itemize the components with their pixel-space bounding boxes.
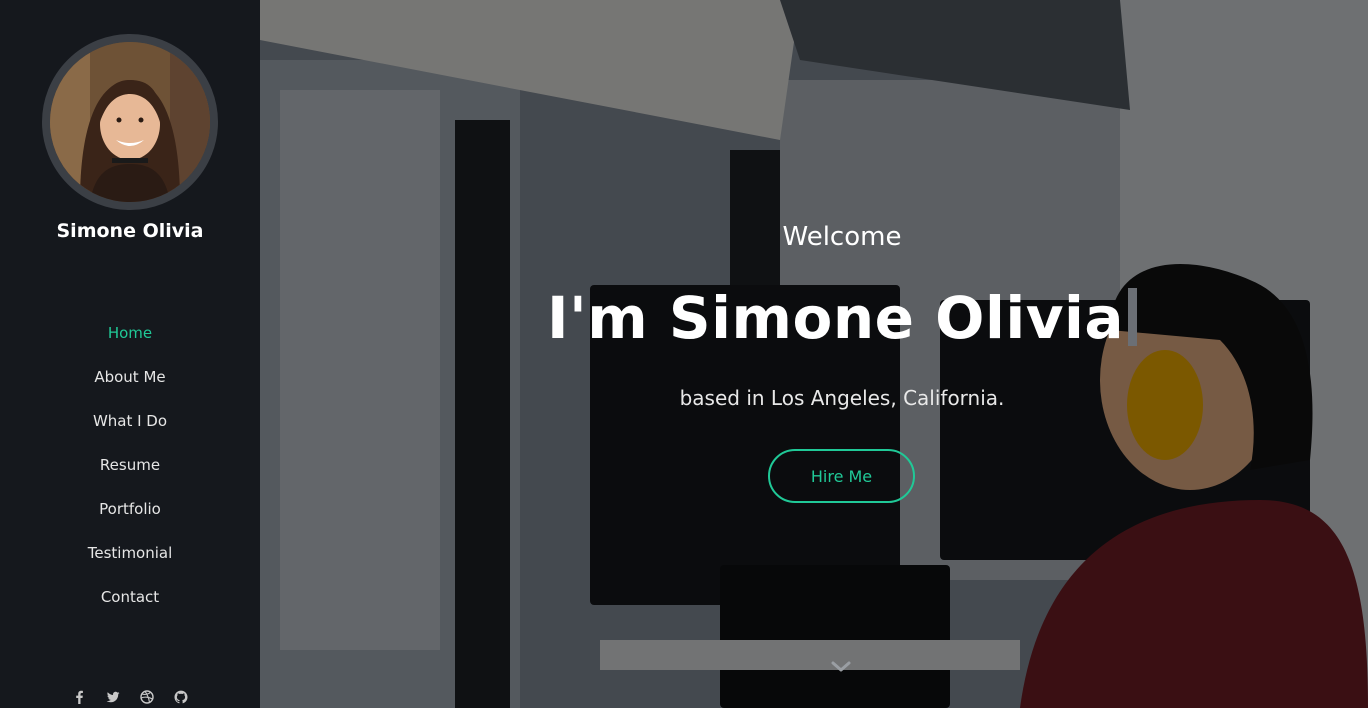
welcome-text: Welcome bbox=[782, 222, 902, 252]
nav-item-what-i-do[interactable]: What I Do bbox=[0, 410, 260, 454]
hero-subtitle: based in Los Angeles, California. bbox=[679, 386, 1005, 410]
twitter-icon[interactable] bbox=[106, 690, 120, 704]
nav-item-resume[interactable]: Resume bbox=[0, 454, 260, 498]
main-nav: Home About Me What I Do Resume Portfolio… bbox=[0, 322, 260, 630]
profile-photo bbox=[50, 42, 210, 202]
hero-headline-text: I'm Simone Olivia bbox=[546, 284, 1125, 352]
dribbble-icon[interactable] bbox=[140, 690, 154, 704]
chevron-down-icon[interactable] bbox=[830, 660, 852, 674]
facebook-icon[interactable] bbox=[72, 690, 86, 704]
profile-name: Simone Olivia bbox=[56, 220, 204, 242]
avatar[interactable] bbox=[42, 34, 218, 210]
hero-overlay bbox=[260, 0, 1368, 708]
nav-item-testimonial[interactable]: Testimonial bbox=[0, 542, 260, 586]
hire-me-button[interactable]: Hire Me bbox=[768, 449, 915, 503]
nav-item-portfolio[interactable]: Portfolio bbox=[0, 498, 260, 542]
social-links bbox=[0, 690, 260, 704]
typing-caret bbox=[1128, 288, 1138, 346]
hero-headline: I'm Simone Olivia bbox=[260, 284, 1368, 352]
nav-item-contact[interactable]: Contact bbox=[0, 586, 260, 630]
nav-item-about-me[interactable]: About Me bbox=[0, 366, 260, 410]
hero-section: Welcome I'm Simone Olivia based in Los A… bbox=[260, 0, 1368, 708]
github-icon[interactable] bbox=[174, 690, 188, 704]
sidebar: Simone Olivia Home About Me What I Do Re… bbox=[0, 0, 260, 708]
nav-item-home[interactable]: Home bbox=[0, 322, 260, 366]
